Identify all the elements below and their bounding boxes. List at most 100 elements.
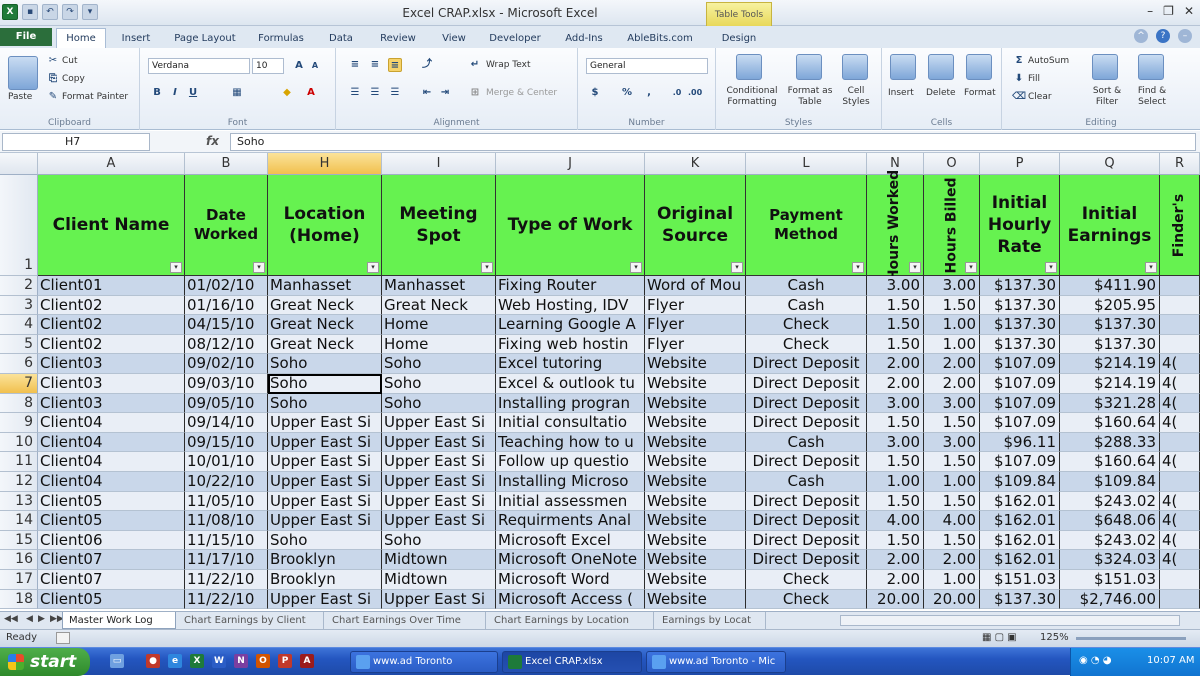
orientation-icon[interactable]: ⤴ <box>420 58 434 72</box>
tab-home[interactable]: Home <box>56 28 106 48</box>
column-header-q[interactable]: Q <box>1060 153 1160 175</box>
filter-dropdown-icon[interactable]: ▾ <box>367 262 379 273</box>
table-cell[interactable]: Soho <box>382 530 496 551</box>
select-all-corner[interactable] <box>0 153 38 175</box>
filter-dropdown-icon[interactable]: ▾ <box>1145 262 1157 273</box>
table-cell[interactable]: 1.50 <box>867 315 924 335</box>
comma-icon[interactable]: , <box>642 86 656 100</box>
table-cell[interactable]: 1.00 <box>924 570 980 590</box>
table-cell[interactable]: Upper East Si <box>382 491 496 512</box>
table-cell[interactable]: $2,746.00 <box>1060 589 1160 610</box>
table-cell[interactable]: Flyer <box>645 334 746 355</box>
increase-indent-icon[interactable]: ⇥ <box>438 86 452 100</box>
paste-icon[interactable] <box>8 56 38 90</box>
table-cell[interactable]: 1.50 <box>867 530 924 551</box>
table-cell[interactable]: $109.84 <box>980 472 1060 492</box>
table-cell[interactable]: Check <box>746 589 867 610</box>
table-cell[interactable]: Website <box>645 491 746 512</box>
table-cell[interactable]: Website <box>645 550 746 570</box>
table-cell[interactable]: Microsoft Access ( <box>496 589 645 610</box>
merge-center-button[interactable]: Merge & Center <box>486 88 557 98</box>
table-cell[interactable]: Upper East Si <box>268 432 382 453</box>
fill-icon[interactable]: ⬇ <box>1012 72 1026 86</box>
table-cell[interactable]: 4( <box>1160 491 1200 512</box>
column-header-l[interactable]: L <box>746 153 867 175</box>
fill-color-icon[interactable]: ◆ <box>280 86 294 100</box>
format-cells-button[interactable]: Format <box>964 88 996 98</box>
column-header-o[interactable]: O <box>924 153 980 175</box>
table-cell[interactable]: Website <box>645 530 746 551</box>
help-icon[interactable]: ? <box>1156 29 1170 43</box>
table-header-cell[interactable]: Original Source ▾ <box>645 175 746 276</box>
align-right-icon[interactable]: ☰ <box>388 86 402 100</box>
taskbar-window-browser-1[interactable]: www.ad Toronto <box>350 651 498 673</box>
row-header[interactable]: 16 <box>0 550 38 570</box>
decrease-decimal-icon[interactable]: .00 <box>688 86 702 100</box>
sheet-tab-earnings-over-time[interactable]: Chart Earnings Over Time <box>326 612 486 629</box>
table-cell[interactable]: Client04 <box>38 413 185 433</box>
table-cell[interactable]: 4( <box>1160 530 1200 551</box>
table-cell[interactable]: 09/03/10 <box>185 374 268 394</box>
cut-button[interactable]: Cut <box>62 56 78 66</box>
table-cell[interactable]: Upper East Si <box>268 413 382 433</box>
table-cell[interactable] <box>1160 589 1200 610</box>
taskbar-window-excel[interactable]: Excel CRAP.xlsx <box>502 651 642 673</box>
table-cell[interactable]: Direct Deposit <box>746 413 867 433</box>
tab-design[interactable]: Design <box>708 30 770 48</box>
table-cell[interactable]: Soho <box>382 393 496 414</box>
insert-cells-button[interactable]: Insert <box>888 88 914 98</box>
column-header-h[interactable]: H <box>268 153 382 175</box>
table-cell[interactable]: 3.00 <box>867 393 924 414</box>
merge-center-icon[interactable]: ⊞ <box>468 86 482 100</box>
table-cell[interactable]: Client02 <box>38 295 185 316</box>
table-cell[interactable]: 09/05/10 <box>185 393 268 414</box>
row-header[interactable]: 12 <box>0 472 38 492</box>
table-cell[interactable]: 3.00 <box>924 432 980 453</box>
table-cell[interactable]: 4( <box>1160 413 1200 433</box>
table-cell[interactable]: Learning Google A <box>496 315 645 335</box>
table-cell[interactable]: Soho <box>268 393 382 414</box>
table-cell[interactable]: $324.03 <box>1060 550 1160 570</box>
table-cell[interactable]: $107.09 <box>980 374 1060 394</box>
table-header-cell[interactable]: Client Name ▾ <box>38 175 185 276</box>
table-cell[interactable]: $243.02 <box>1060 530 1160 551</box>
bold-icon[interactable]: B <box>150 86 164 100</box>
show-desktop-icon[interactable]: ▭ <box>110 654 124 668</box>
table-cell[interactable]: Midtown <box>382 550 496 570</box>
table-cell[interactable]: Upper East Si <box>382 589 496 610</box>
table-cell[interactable]: $411.90 <box>1060 276 1160 296</box>
table-cell[interactable]: 1.00 <box>867 472 924 492</box>
table-cell[interactable]: 2.00 <box>924 354 980 374</box>
table-cell[interactable]: 1.50 <box>867 334 924 355</box>
table-cell[interactable]: 3.00 <box>924 393 980 414</box>
table-cell[interactable]: 04/15/10 <box>185 315 268 335</box>
table-cell[interactable]: 20.00 <box>924 589 980 610</box>
start-button[interactable]: start <box>0 648 90 676</box>
table-header-cell[interactable]: Type of Work ▾ <box>496 175 645 276</box>
table-cell[interactable]: Upper East Si <box>268 491 382 512</box>
table-cell[interactable]: Word of Mou <box>645 276 746 296</box>
table-cell[interactable]: $162.01 <box>980 491 1060 512</box>
row-header[interactable]: 3 <box>0 295 38 316</box>
column-header-b[interactable]: B <box>185 153 268 175</box>
table-cell[interactable] <box>1160 432 1200 453</box>
table-cell[interactable] <box>1160 276 1200 296</box>
table-cell[interactable]: Soho <box>268 530 382 551</box>
align-left-icon[interactable]: ☰ <box>348 86 362 100</box>
table-cell[interactable]: Direct Deposit <box>746 374 867 394</box>
table-cell[interactable]: 2.00 <box>867 354 924 374</box>
autosum-button[interactable]: AutoSum <box>1028 56 1069 66</box>
row-header[interactable]: 4 <box>0 315 38 335</box>
decrease-indent-icon[interactable]: ⇤ <box>420 86 434 100</box>
table-cell[interactable]: Client05 <box>38 491 185 512</box>
table-cell[interactable]: Initial assessmen <box>496 491 645 512</box>
table-cell[interactable]: Direct Deposit <box>746 530 867 551</box>
tab-data[interactable]: Data <box>318 30 364 48</box>
cut-icon[interactable]: ✂ <box>46 54 60 68</box>
table-cell[interactable]: 09/14/10 <box>185 413 268 433</box>
minimize-ribbon-icon[interactable]: ^ <box>1134 29 1148 43</box>
table-cell[interactable]: Website <box>645 432 746 453</box>
table-cell[interactable]: 1.50 <box>867 295 924 316</box>
table-cell[interactable] <box>1160 472 1200 492</box>
quick-launch-outlook-icon[interactable]: O <box>256 654 270 668</box>
